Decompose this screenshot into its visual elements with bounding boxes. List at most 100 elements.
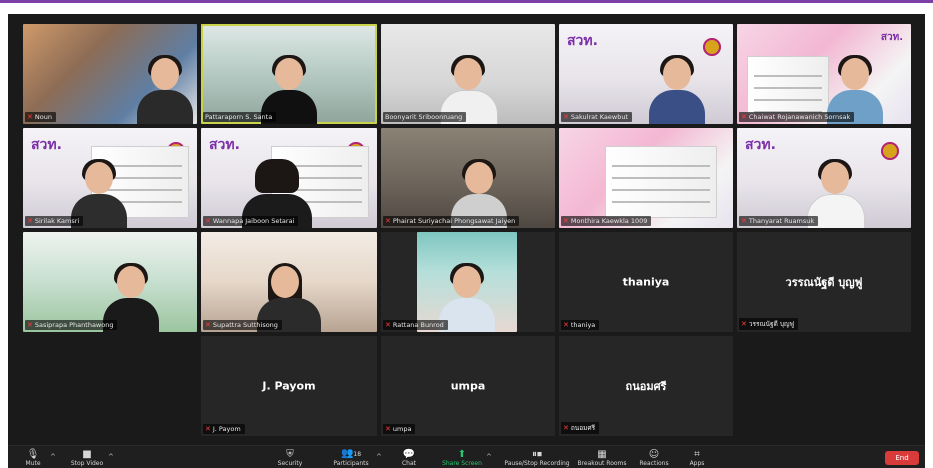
participant-display-name: วรรณนัฐดี บุญฟู bbox=[785, 276, 863, 289]
video-tile[interactable]: สวท. ✕ Chaiwat Rojanawanich Sornsak bbox=[737, 24, 911, 124]
participant-name: Wannapa Jaiboon Setarai bbox=[212, 217, 295, 225]
video-tile-off[interactable]: ถนอมศรี ✕ ถนอมศรี bbox=[559, 336, 733, 436]
institution-logo: สวท. bbox=[880, 32, 903, 43]
chat-button[interactable]: 💬 Chat bbox=[396, 448, 422, 468]
participant-name: J. Payom bbox=[212, 425, 241, 433]
video-tile[interactable]: ✕ Phairat Suriyachai Phongsawat Jaiyen bbox=[381, 128, 555, 228]
participant-name: Phairat Suriyachai Phongsawat Jaiyen bbox=[392, 217, 516, 225]
participant-display-name: J. Payom bbox=[262, 379, 316, 393]
video-tile[interactable]: ✕ Sasiprapa Phanthawong bbox=[23, 232, 197, 332]
mic-muted-icon: ✕ bbox=[741, 216, 747, 225]
institution-logo: สวท. bbox=[745, 137, 776, 153]
participant-name: Monthira Kaewkla 1009 bbox=[570, 217, 648, 225]
video-tile[interactable]: ✕ Monthira Kaewkla 1009 bbox=[559, 128, 733, 228]
mute-button[interactable]: 🎙 Mute bbox=[18, 448, 48, 468]
participant-name-tag: ✕ Noun bbox=[25, 112, 56, 122]
video-options-chevron-icon[interactable]: ^ bbox=[108, 453, 114, 461]
participant-name-tag: ✕ Rattana Bunrod bbox=[383, 320, 448, 330]
participants-icon: 👥18 bbox=[340, 448, 362, 459]
video-tile[interactable]: สวท. ✕ Thanyarat Ruamsuk bbox=[737, 128, 911, 228]
participant-name: Rattana Bunrod bbox=[392, 321, 444, 329]
mic-muted-icon: ✕ bbox=[385, 216, 391, 225]
mic-muted-icon: ✕ bbox=[205, 320, 211, 329]
participant-display-name: ถนอมศรี bbox=[625, 380, 667, 393]
apps-icon: ⌗ bbox=[694, 448, 700, 460]
camera-icon: ■ bbox=[82, 448, 92, 460]
participant-name-tag: ✕ Chaiwat Rojanawanich Sornsak bbox=[739, 112, 855, 122]
video-tile[interactable]: Boonyarit Sriboonruang bbox=[381, 24, 555, 124]
mic-muted-icon: ✕ bbox=[27, 112, 33, 121]
video-tile[interactable]: ✕ Rattana Bunrod bbox=[381, 232, 555, 332]
video-tile[interactable]: สวท. ✕ Sirilak Kamsri bbox=[23, 128, 197, 228]
video-tile-active-speaker[interactable]: Pattaraporn S. Santa bbox=[201, 24, 377, 124]
mute-options-chevron-icon[interactable]: ^ bbox=[50, 453, 56, 461]
participant-name-tag: ✕ Monthira Kaewkla 1009 bbox=[561, 216, 652, 226]
mic-muted-icon: ✕ bbox=[741, 112, 747, 121]
participant-video bbox=[417, 232, 517, 332]
mic-muted-icon: ✕ bbox=[563, 423, 569, 432]
mic-muted-icon: ✕ bbox=[563, 216, 569, 225]
share-options-chevron-icon[interactable]: ^ bbox=[486, 453, 492, 461]
security-button[interactable]: ⛨ Security bbox=[272, 448, 308, 468]
participant-video bbox=[137, 55, 193, 124]
participant-name-tag: ✕ Sakulrat Kaewbut bbox=[561, 112, 632, 122]
participant-name-tag: ✕ Wannapa Jaiboon Setarai bbox=[203, 216, 299, 226]
participant-name: ถนอมศรี bbox=[570, 424, 596, 432]
apps-button[interactable]: ⌗ Apps bbox=[684, 448, 710, 468]
share-screen-button[interactable]: ⬆ Share Screen bbox=[440, 448, 484, 468]
mic-muted-icon: ✕ bbox=[741, 319, 747, 328]
chat-icon: 💬 bbox=[402, 448, 416, 460]
emblem-icon bbox=[881, 142, 899, 160]
participant-name: Chaiwat Rojanawanich Sornsak bbox=[748, 113, 851, 121]
share-screen-icon: ⬆ bbox=[457, 448, 467, 460]
video-tile-off[interactable]: umpa ✕ umpa bbox=[381, 336, 555, 436]
end-meeting-button[interactable]: End bbox=[885, 451, 919, 465]
mic-muted-icon: ✕ bbox=[385, 320, 391, 329]
participant-name-tag: ✕ Sirilak Kamsri bbox=[25, 216, 84, 226]
video-tile[interactable]: ✕ Noun bbox=[23, 24, 197, 124]
participant-name: thaniya bbox=[570, 321, 596, 329]
mic-muted-icon: ✕ bbox=[563, 112, 569, 121]
institution-logo: สวท. bbox=[31, 137, 62, 153]
participants-count: 18 bbox=[353, 451, 362, 458]
video-tile-off[interactable]: J. Payom ✕ J. Payom bbox=[201, 336, 377, 436]
participant-name: Sirilak Kamsri bbox=[34, 217, 80, 225]
participant-display-name: thaniya bbox=[622, 275, 670, 289]
mic-muted-icon: ✕ bbox=[205, 216, 211, 225]
breakout-rooms-button[interactable]: ▦ Breakout Rooms bbox=[574, 448, 630, 468]
participants-button[interactable]: 👥18 Participants bbox=[328, 448, 374, 468]
institution-logo: สวท. bbox=[209, 137, 240, 153]
shield-icon: ⛨ bbox=[286, 448, 294, 460]
top-accent-bar bbox=[0, 0, 933, 3]
pause-stop-icon: ⏸⏹ bbox=[532, 448, 542, 460]
building-background bbox=[605, 146, 717, 218]
participant-display-name: umpa bbox=[450, 379, 486, 393]
video-tile-off[interactable]: thaniya ✕ thaniya bbox=[559, 232, 733, 332]
stop-video-button[interactable]: ■ Stop Video bbox=[66, 448, 108, 468]
video-tile-off[interactable]: วรรณนัฐดี บุญฟู ✕ วรรณนัฐดี บุญฟู bbox=[737, 232, 911, 332]
participants-options-chevron-icon[interactable]: ^ bbox=[376, 453, 382, 461]
video-tile[interactable]: สวท. ✕ Wannapa Jaiboon Setarai bbox=[201, 128, 377, 228]
institution-logo: สวท. bbox=[567, 33, 598, 49]
emblem-icon bbox=[703, 38, 721, 56]
pause-stop-recording-button[interactable]: ⏸⏹ Pause/Stop Recording bbox=[500, 448, 574, 468]
breakout-rooms-icon: ▦ bbox=[597, 448, 607, 460]
participant-name: วรรณนัฐดี บุญฟู bbox=[748, 320, 795, 328]
video-tile[interactable]: สวท. ✕ Sakulrat Kaewbut bbox=[559, 24, 733, 124]
participant-name-tag: ✕ Sasiprapa Phanthawong bbox=[25, 320, 118, 330]
participant-name: Sakulrat Kaewbut bbox=[570, 113, 628, 121]
mic-muted-icon: ✕ bbox=[27, 320, 33, 329]
mic-muted-icon: ✕ bbox=[27, 216, 33, 225]
reactions-button[interactable]: ☺ Reactions bbox=[634, 448, 674, 468]
zoom-meeting-window: ✕ Noun Pattaraporn S. Santa Boonyarit Sr… bbox=[8, 14, 925, 468]
participant-name-tag: ✕ thaniya bbox=[561, 320, 600, 330]
participant-name-tag: ✕ ถนอมศรี bbox=[561, 422, 600, 434]
reactions-icon: ☺ bbox=[648, 448, 660, 460]
participant-name-tag: ✕ วรรณนัฐดี บุญฟู bbox=[739, 318, 799, 330]
video-tile[interactable]: ✕ Supattra Sutthisong bbox=[201, 232, 377, 332]
mic-muted-icon: ✕ bbox=[385, 424, 391, 433]
participant-name-tag: Pattaraporn S. Santa bbox=[203, 112, 277, 122]
participant-name-tag: ✕ umpa bbox=[383, 424, 416, 434]
participant-name-tag: ✕ J. Payom bbox=[203, 424, 245, 434]
participant-video bbox=[649, 55, 705, 124]
